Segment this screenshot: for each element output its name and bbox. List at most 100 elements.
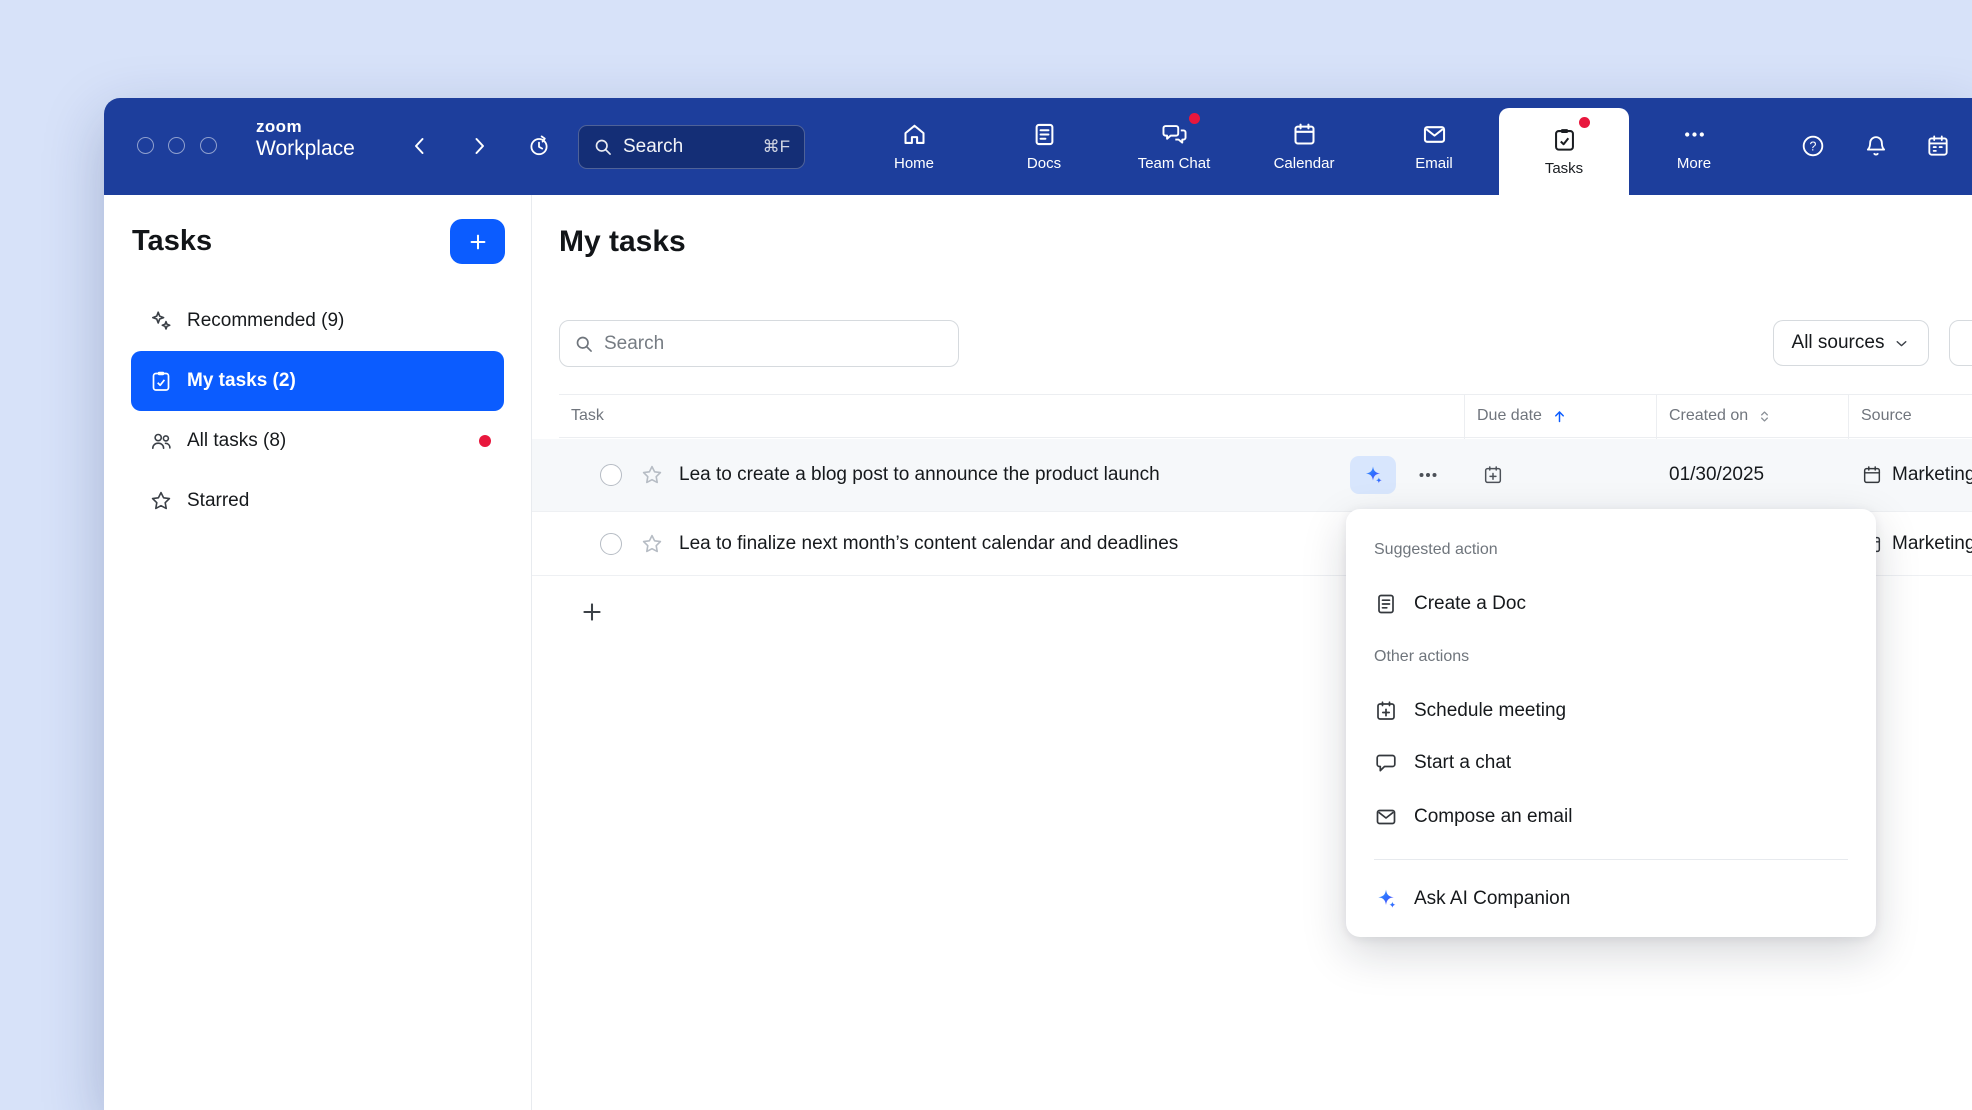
window-control-minimize[interactable] bbox=[168, 137, 185, 154]
notifications-button[interactable] bbox=[1859, 129, 1893, 163]
calendar-icon bbox=[1291, 121, 1318, 148]
menu-section-label: Suggested action bbox=[1374, 541, 1848, 559]
menu-item-label: Schedule meeting bbox=[1414, 700, 1566, 722]
help-icon: ? bbox=[1800, 133, 1826, 159]
menu-item-create-doc[interactable]: Create a Doc bbox=[1374, 577, 1848, 631]
back-button[interactable] bbox=[403, 129, 437, 163]
window-control-zoom[interactable] bbox=[200, 137, 217, 154]
row-more-button[interactable] bbox=[1410, 457, 1446, 493]
nav-label: Email bbox=[1415, 155, 1453, 172]
source-cell: Marketing bbox=[1861, 464, 1972, 486]
sidebar: Tasks Recommended (9) My tasks (2) bbox=[104, 195, 532, 1110]
app-logo: zoom Workplace bbox=[256, 118, 355, 160]
task-search[interactable] bbox=[559, 320, 959, 367]
star-icon bbox=[640, 463, 664, 487]
chevron-down-icon bbox=[1893, 335, 1910, 352]
new-task-button[interactable] bbox=[579, 599, 605, 625]
source-label: Marketing bbox=[1892, 464, 1972, 486]
sidebar-item-recommended[interactable]: Recommended (9) bbox=[131, 291, 504, 351]
nav-item-more[interactable]: More bbox=[1629, 98, 1759, 195]
sidebar-item-my-tasks[interactable]: My tasks (2) bbox=[131, 351, 504, 411]
history-button[interactable] bbox=[522, 129, 556, 163]
plus-icon bbox=[467, 231, 489, 253]
suggested-actions-menu: Suggested action Create a Doc Other acti… bbox=[1346, 509, 1876, 937]
nav-label: Team Chat bbox=[1138, 155, 1211, 172]
plus-icon bbox=[579, 599, 605, 625]
svg-text:?: ? bbox=[1810, 140, 1817, 154]
nav-item-home[interactable]: Home bbox=[849, 98, 979, 195]
column-label: Created on bbox=[1669, 407, 1748, 425]
ai-sparkle-icon bbox=[1362, 464, 1384, 486]
column-header-created-on[interactable]: Created on bbox=[1669, 395, 1772, 437]
sort-toggle-icon bbox=[1757, 408, 1772, 425]
sidebar-item-label: Starred bbox=[187, 490, 249, 512]
menu-divider bbox=[1374, 859, 1848, 860]
calendar-add-icon bbox=[1482, 464, 1504, 486]
sidebar-list: Recommended (9) My tasks (2) All tasks (… bbox=[131, 291, 504, 531]
window-control-close[interactable] bbox=[137, 137, 154, 154]
column-header-source[interactable]: Source bbox=[1861, 395, 1912, 437]
star-toggle[interactable] bbox=[640, 532, 664, 556]
email-icon bbox=[1374, 805, 1398, 829]
ai-companion-button[interactable] bbox=[1350, 456, 1396, 494]
task-complete-checkbox[interactable] bbox=[600, 533, 622, 555]
star-icon bbox=[149, 489, 173, 513]
task-title: Lea to finalize next month’s content cal… bbox=[679, 533, 1178, 555]
sparkle-icon bbox=[149, 309, 173, 333]
nav-item-docs[interactable]: Docs bbox=[979, 98, 1109, 195]
table-row[interactable]: Lea to create a blog post to announce th… bbox=[532, 439, 1972, 512]
menu-item-ask-ai-companion[interactable]: Ask AI Companion bbox=[1374, 872, 1848, 926]
sidebar-item-label: My tasks (2) bbox=[187, 370, 296, 392]
nav-item-calendar[interactable]: Calendar bbox=[1239, 98, 1369, 195]
people-icon bbox=[149, 429, 173, 453]
sidebar-item-starred[interactable]: Starred bbox=[131, 471, 504, 531]
team-chat-badge bbox=[1189, 113, 1200, 124]
menu-item-label: Start a chat bbox=[1414, 752, 1511, 774]
column-header-task[interactable]: Task bbox=[571, 395, 604, 437]
all-tasks-badge bbox=[479, 435, 491, 447]
source-cell: Marketing bbox=[1861, 533, 1972, 555]
add-task-button[interactable] bbox=[450, 219, 505, 264]
created-on-value: 01/30/2025 bbox=[1669, 464, 1764, 486]
home-icon bbox=[901, 121, 928, 148]
nav-label: Tasks bbox=[1545, 160, 1583, 177]
menu-item-start-chat[interactable]: Start a chat bbox=[1374, 736, 1848, 790]
star-icon bbox=[640, 532, 664, 556]
tasks-badge bbox=[1579, 117, 1590, 128]
history-icon bbox=[527, 134, 551, 158]
forward-button[interactable] bbox=[462, 129, 496, 163]
schedule-button[interactable] bbox=[1921, 129, 1955, 163]
sidebar-item-all-tasks[interactable]: All tasks (8) bbox=[131, 411, 504, 471]
nav-item-email[interactable]: Email bbox=[1369, 98, 1499, 195]
chevron-right-icon bbox=[467, 134, 491, 158]
global-search-shortcut: ⌘F bbox=[763, 137, 790, 157]
docs-icon bbox=[1031, 121, 1058, 148]
menu-item-label: Create a Doc bbox=[1414, 593, 1526, 615]
sources-filter-dropdown[interactable]: All sources bbox=[1773, 320, 1929, 366]
ellipsis-icon bbox=[1416, 463, 1440, 487]
menu-item-schedule-meeting[interactable]: Schedule meeting bbox=[1374, 684, 1848, 738]
clipped-filter-button[interactable] bbox=[1949, 320, 1972, 366]
logo-zoom: zoom bbox=[256, 118, 355, 137]
column-label: Task bbox=[571, 407, 604, 425]
global-search[interactable]: Search ⌘F bbox=[578, 125, 805, 169]
nav-item-tasks[interactable]: Tasks bbox=[1499, 108, 1629, 195]
star-toggle[interactable] bbox=[640, 463, 664, 487]
task-search-input[interactable] bbox=[604, 333, 944, 355]
menu-section-label: Other actions bbox=[1374, 648, 1848, 666]
top-bar: zoom Workplace Search ⌘F Home bbox=[104, 98, 1972, 195]
global-search-placeholder: Search bbox=[623, 136, 683, 158]
nav-item-team-chat[interactable]: Team Chat bbox=[1109, 98, 1239, 195]
ai-sparkle-icon bbox=[1374, 887, 1398, 911]
sort-ascending-icon bbox=[1551, 408, 1568, 425]
add-due-date-button[interactable] bbox=[1482, 464, 1504, 486]
column-header-due-date[interactable]: Due date bbox=[1477, 395, 1568, 437]
primary-nav: Home Docs Team Chat Calendar Email bbox=[849, 98, 1759, 195]
menu-item-label: Ask AI Companion bbox=[1414, 888, 1570, 910]
menu-item-compose-email[interactable]: Compose an email bbox=[1374, 790, 1848, 844]
column-label: Due date bbox=[1477, 407, 1542, 425]
doc-icon bbox=[1374, 592, 1398, 616]
help-button[interactable]: ? bbox=[1796, 129, 1830, 163]
task-complete-checkbox[interactable] bbox=[600, 464, 622, 486]
task-title: Lea to create a blog post to announce th… bbox=[679, 464, 1160, 486]
